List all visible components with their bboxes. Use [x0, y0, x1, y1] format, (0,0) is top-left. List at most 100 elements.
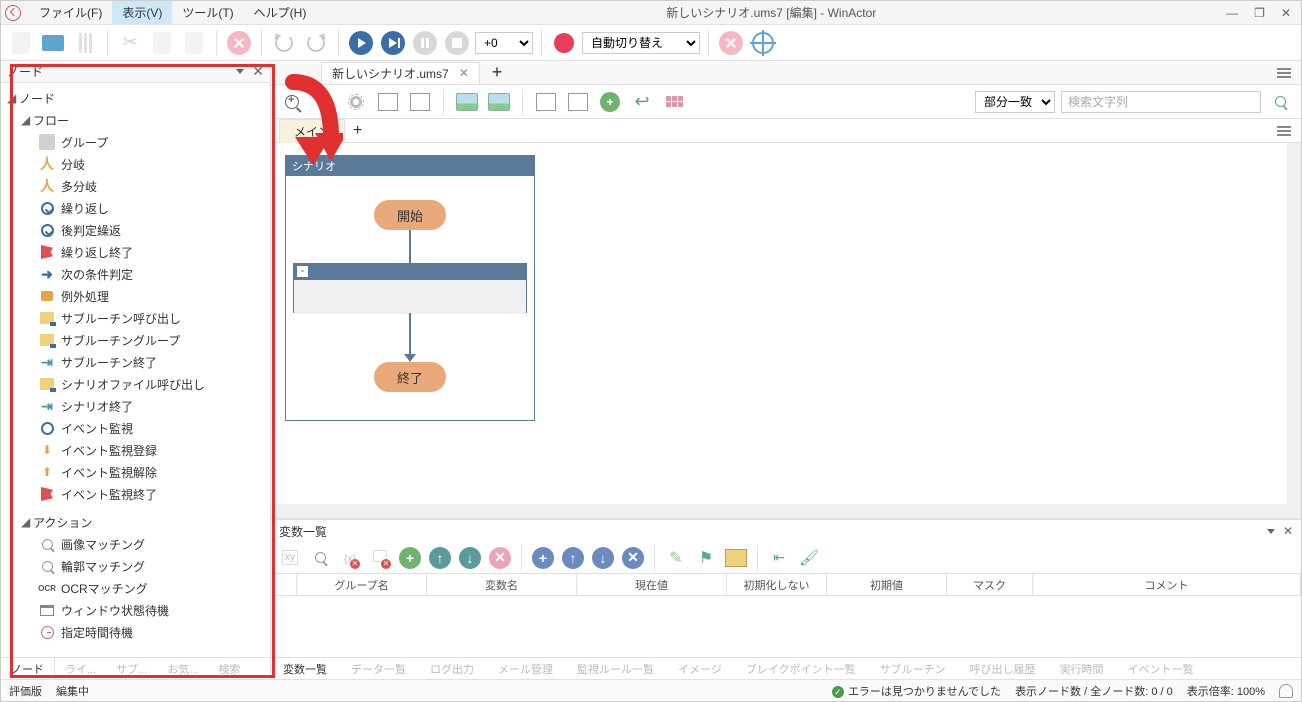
paste-button[interactable]	[180, 29, 208, 57]
save-button[interactable]	[71, 29, 99, 57]
add-node-button[interactable]: +	[597, 89, 623, 115]
node-event-watch[interactable]: イベント監視	[3, 417, 268, 439]
var-tab-mail[interactable]: メール管理	[486, 658, 565, 679]
search-button[interactable]	[1267, 89, 1293, 115]
doc-tabs-menu-icon[interactable]	[1277, 68, 1291, 78]
panel-dropdown-icon[interactable]	[236, 69, 244, 74]
var-tab-log[interactable]: ログ出力	[418, 658, 486, 679]
node-tree[interactable]: ◢ノード ◢フロー グループ 人分岐 人多分岐 繰り返し 後判定繰返 繰り返し終…	[1, 83, 270, 657]
var-close-button[interactable]: ✕	[1283, 524, 1293, 538]
doc-tab-close-icon[interactable]: ✕	[459, 66, 469, 80]
var-up2-button[interactable]: ↑	[560, 545, 586, 571]
node-group[interactable]: グループ	[3, 131, 268, 153]
node-tab-sub[interactable]: サブ...	[106, 658, 157, 679]
mode-select[interactable]: 自動切り替え	[582, 32, 700, 54]
play-button[interactable]	[347, 29, 375, 57]
node-exception[interactable]: 例外処理	[3, 285, 268, 307]
node-tab-search[interactable]: 検索	[209, 658, 251, 679]
var-remove-button[interactable]: ✕	[487, 545, 513, 571]
var-down2-button[interactable]: ↓	[590, 545, 616, 571]
panel-close-button[interactable]: ✕	[252, 63, 264, 80]
node-tab-fav[interactable]: お気...	[157, 658, 208, 679]
doc-tab-add-button[interactable]: +	[492, 62, 503, 83]
node-multibranch[interactable]: 人多分岐	[3, 175, 268, 197]
match-mode-select[interactable]: 部分一致	[975, 91, 1055, 113]
node-loop-end[interactable]: 繰り返し終了	[3, 241, 268, 263]
node-branch[interactable]: 人分岐	[3, 153, 268, 175]
var-paint-button[interactable]: 🖌	[796, 545, 822, 571]
node-scenario-call[interactable]: シナリオファイル呼び出し	[3, 373, 268, 395]
layout1-button[interactable]	[375, 89, 401, 115]
var-align-button[interactable]: ⇤	[766, 545, 792, 571]
var-xy-button[interactable]: xy	[277, 545, 303, 571]
start-node[interactable]: 開始	[374, 200, 446, 230]
var-tab-watch[interactable]: 監視ルール一覧	[565, 658, 666, 679]
menu-file[interactable]: ファイル(F)	[29, 1, 112, 24]
end-node[interactable]: 終了	[374, 362, 446, 392]
settings-button[interactable]	[343, 89, 369, 115]
horizontal-scrollbar[interactable]	[271, 504, 1287, 518]
speed-select[interactable]: +0	[475, 32, 533, 54]
node-ocr-match[interactable]: OCROCRマッチング	[3, 577, 268, 599]
node-sub-group[interactable]: サブルーチングループ	[3, 329, 268, 351]
node-scenario-end[interactable]: ⇥シナリオ終了	[3, 395, 268, 417]
node-event-end[interactable]: イベント監視終了	[3, 483, 268, 505]
drop-zone[interactable]: -	[293, 263, 527, 313]
record-button[interactable]	[550, 29, 578, 57]
inner-tab-add-button[interactable]: +	[353, 122, 362, 140]
vertical-scrollbar[interactable]	[1287, 143, 1301, 518]
var-del2-button[interactable]: ✕	[367, 545, 393, 571]
menu-help[interactable]: ヘルプ(H)	[244, 1, 317, 24]
grid-button[interactable]	[661, 89, 687, 115]
node-tab-lib[interactable]: ライ...	[55, 658, 106, 679]
redo-button[interactable]	[302, 29, 330, 57]
node-post-loop[interactable]: 後判定繰返	[3, 219, 268, 241]
var-tab-sub[interactable]: サブルーチン	[868, 658, 958, 679]
var-del1-button[interactable]: {x}✕	[337, 545, 363, 571]
node-tab-node[interactable]: ノード	[1, 658, 55, 679]
node-loop[interactable]: 繰り返し	[3, 197, 268, 219]
abort-button[interactable]	[717, 29, 745, 57]
close-button[interactable]: ✕	[1281, 6, 1291, 20]
layout2-button[interactable]	[407, 89, 433, 115]
target-button[interactable]	[749, 29, 777, 57]
node-contour-match[interactable]: 輪郭マッチング	[3, 555, 268, 577]
undo-button[interactable]	[270, 29, 298, 57]
var-edit-button[interactable]: ✎	[663, 545, 689, 571]
menu-tool[interactable]: ツール(T)	[172, 1, 243, 24]
var-remove2-button[interactable]: ✕	[620, 545, 646, 571]
var-tab-vars[interactable]: 変数一覧	[271, 658, 339, 679]
node-image-match[interactable]: 画像マッチング	[3, 533, 268, 555]
flowchart-canvas[interactable]: シナリオ 開始 - 終了	[271, 143, 1301, 519]
bell-icon[interactable]	[1279, 684, 1293, 698]
var-dropdown-icon[interactable]	[1267, 529, 1275, 534]
image1-button[interactable]	[454, 89, 480, 115]
open-file-button[interactable]	[39, 29, 67, 57]
var-tab-call[interactable]: 呼び出し履歴	[958, 658, 1048, 679]
zoom-out-button[interactable]	[311, 89, 337, 115]
collapse-icon[interactable]: -	[297, 266, 308, 277]
search-input[interactable]: 検索文字列	[1061, 91, 1261, 113]
var-add2-button[interactable]: +	[530, 545, 556, 571]
step-button[interactable]	[379, 29, 407, 57]
var-rect-button[interactable]	[723, 545, 749, 571]
var-tab-image[interactable]: イメージ	[666, 658, 734, 679]
stop-close-button[interactable]	[225, 29, 253, 57]
stop-button[interactable]	[443, 29, 471, 57]
node-event-reg[interactable]: ⬇イベント監視登録	[3, 439, 268, 461]
var-flag-button[interactable]: ⚑	[693, 545, 719, 571]
pause-button[interactable]	[411, 29, 439, 57]
var-tab-break[interactable]: ブレイクポイント一覧	[734, 658, 868, 679]
node-time-wait[interactable]: 指定時間待機	[3, 621, 268, 643]
var-tab-time[interactable]: 実行時間	[1048, 658, 1116, 679]
node-next-cond[interactable]: ➜次の条件判定	[3, 263, 268, 285]
image2-button[interactable]	[486, 89, 512, 115]
var-search-button[interactable]	[307, 545, 333, 571]
cut-button[interactable]: ✂	[116, 29, 144, 57]
menu-view[interactable]: 表示(V)	[112, 1, 172, 24]
copy-button[interactable]	[148, 29, 176, 57]
zoom-in-button[interactable]	[279, 89, 305, 115]
doc-tab-scenario[interactable]: 新しいシナリオ.ums7✕	[321, 62, 480, 84]
new-file-button[interactable]	[7, 29, 35, 57]
var-add-button[interactable]: +	[397, 545, 423, 571]
